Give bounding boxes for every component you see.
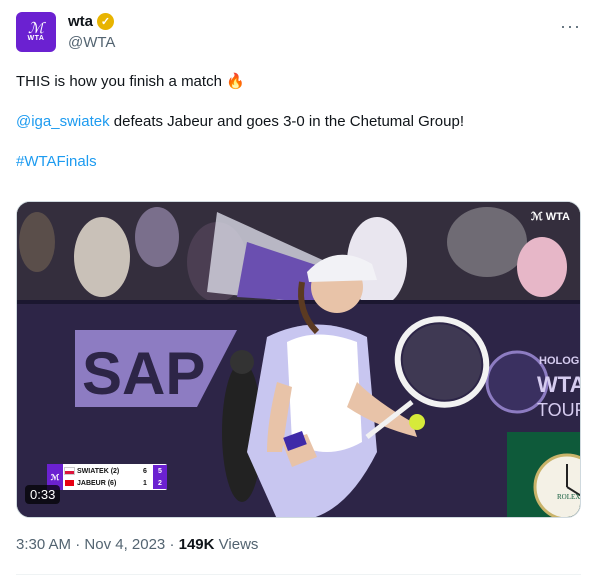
set2-score: 2 [153,477,167,489]
tweet-line-3: #WTAFinals [16,152,581,172]
set2-score: 5 [153,465,167,477]
scoreboard-row: JABEUR (6) 1 2 [65,477,167,489]
views-label: Views [218,536,259,553]
tweet-text: THIS is how you finish a match 🔥 @iga_sw… [16,72,581,192]
tweet-time[interactable]: 3:30 AM [16,536,71,553]
author-name-text: wta [68,13,94,30]
watermark-text: WTA [545,211,570,223]
tweet-header: ℳ WTA wta ✓ @WTA ··· [16,12,581,56]
video-player[interactable]: SAP HOLOGIC WTA TOUR ROLEX ℳ [16,201,581,518]
poland-flag-icon [64,467,75,475]
more-options-icon[interactable]: ··· [560,16,581,37]
author-handle[interactable]: @WTA [68,34,115,51]
tweet-meta: 3:30 AM · Nov 4, 2023 · 149K Views [16,536,258,553]
avatar[interactable]: ℳ WTA [16,12,56,52]
meta-separator: · [169,536,179,553]
sponsor-sap: SAP [82,340,205,407]
tweet-line-2-text: defeats Jabeur and goes 3-0 in the Chetu… [109,113,464,130]
video-duration: 0:33 [25,485,61,504]
video-watermark: ℳ WTA [531,210,570,223]
clock-brand: ROLEX [557,493,580,501]
tweet-date[interactable]: Nov 4, 2023 [84,536,165,553]
divider [16,574,581,575]
set1-score: 1 [143,479,147,487]
tweet-line-2: @iga_swiatek defeats Jabeur and goes 3-0… [16,112,581,132]
hashtag-link[interactable]: #WTAFinals [16,153,97,170]
wta-logo-icon: ℳ [27,19,45,37]
sponsor-hologic: HOLOGIC [539,355,581,367]
player-name: SWIATEK (2) [77,467,120,475]
player-name: JABEUR (6) [77,479,117,487]
sponsor-tour: TOUR [537,400,581,420]
scoreboard-row: SWIATEK (2) 6 5 [64,465,167,477]
scoreboard: ℳ SWIATEK (2) 6 5 JABEUR (6) 1 2 [47,464,167,490]
avatar-text: WTA [27,35,45,42]
sponsor-wta: WTA [537,372,581,397]
verified-badge-icon[interactable]: ✓ [97,13,115,30]
set1-score: 6 [143,467,147,475]
meta-separator: · [75,536,85,553]
author-name-block: wta ✓ @WTA [68,13,115,51]
tunisia-flag-icon [65,480,74,486]
tweet-line-1: THIS is how you finish a match 🔥 [16,73,245,90]
watermark-logo-icon: ℳ [530,211,543,223]
mention-link[interactable]: @iga_swiatek [16,113,110,130]
author-display-name[interactable]: wta ✓ [68,13,115,30]
views-count: 149K [178,536,215,553]
